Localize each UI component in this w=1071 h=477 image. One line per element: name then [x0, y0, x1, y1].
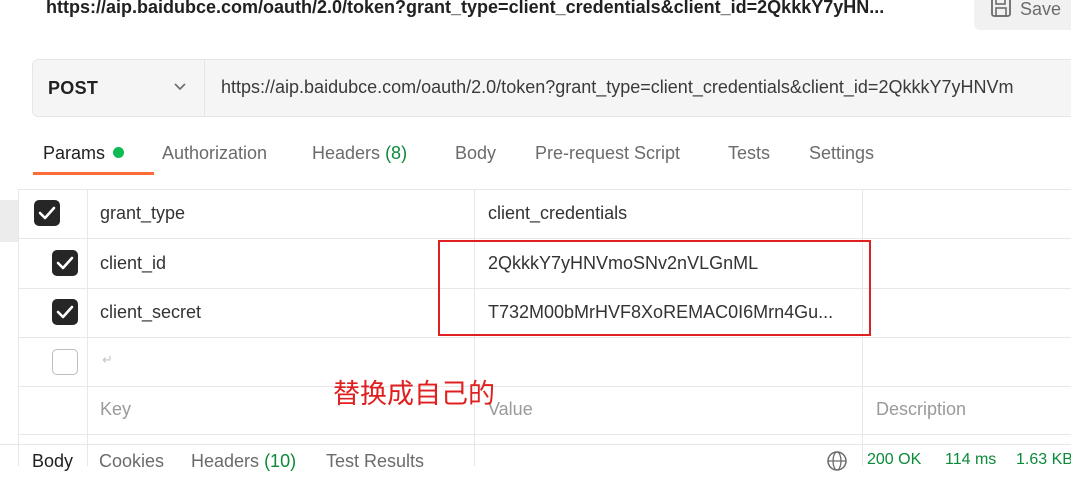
response-headers-count: (10) — [264, 451, 297, 471]
table-divider — [18, 337, 1071, 338]
check-icon — [56, 256, 74, 270]
check-icon — [56, 305, 74, 319]
response-bar: Body Cookies Headers (10) Test Results 2… — [0, 444, 1071, 475]
table-divider — [18, 189, 1071, 190]
response-tab-headers-label: Headers — [191, 451, 260, 471]
tab-params-label: Params — [43, 143, 106, 163]
tab-pre-request-script[interactable]: Pre-request Script — [535, 143, 680, 164]
response-tab-cookies[interactable]: Cookies — [99, 451, 164, 472]
tab-params[interactable]: Params — [43, 143, 125, 164]
tab-headers[interactable]: Headers (8) — [312, 143, 407, 164]
param-key[interactable]: grant_type — [100, 203, 185, 224]
param-key[interactable]: client_id — [100, 253, 166, 274]
tab-body[interactable]: Body — [455, 143, 496, 164]
check-icon — [38, 206, 56, 220]
chevron-down-icon — [173, 80, 187, 99]
save-button[interactable]: Save — [974, 0, 1071, 30]
param-checkbox[interactable] — [52, 349, 78, 375]
tab-settings[interactable]: Settings — [809, 143, 874, 164]
request-title: https://aip.baidubce.com/oauth/2.0/token… — [46, 0, 885, 17]
response-size[interactable]: 1.63 KB — [1016, 451, 1071, 469]
param-checkbox[interactable] — [52, 299, 78, 325]
table-column-line — [18, 189, 19, 466]
annotation-text: 替换成自己的 — [333, 379, 495, 410]
params-active-dot — [113, 146, 125, 158]
table-divider — [18, 434, 1071, 435]
request-bar: POST https://aip.baidubce.com/oauth/2.0/… — [32, 59, 1071, 117]
key-placeholder[interactable]: Key — [100, 399, 131, 420]
save-icon — [990, 0, 1012, 23]
table-divider — [18, 386, 1071, 387]
tab-headers-count: (8) — [385, 143, 408, 163]
active-tab-indicator — [33, 172, 154, 175]
status-code[interactable]: 200 OK — [867, 451, 921, 469]
response-time[interactable]: 114 ms — [945, 451, 996, 469]
tab-headers-label: Headers — [312, 143, 381, 163]
param-checkbox[interactable] — [52, 250, 78, 276]
param-value[interactable]: client_credentials — [488, 203, 627, 224]
table-divider — [18, 238, 1071, 239]
tab-authorization[interactable]: Authorization — [162, 143, 267, 164]
highlight-box — [438, 240, 871, 336]
method-select[interactable]: POST — [33, 60, 205, 116]
method-label: POST — [48, 77, 99, 98]
description-placeholder[interactable]: Description — [876, 399, 966, 420]
url-input[interactable]: https://aip.baidubce.com/oauth/2.0/token… — [221, 77, 1013, 98]
response-tab-test-results[interactable]: Test Results — [326, 451, 424, 472]
response-tab-body[interactable]: Body — [32, 451, 73, 472]
sidebar-collapsed-strip[interactable] — [0, 200, 18, 242]
enter-icon: ↵ — [102, 352, 113, 367]
param-key[interactable]: client_secret — [100, 302, 201, 323]
save-label: Save — [1020, 0, 1062, 19]
tab-tests[interactable]: Tests — [728, 143, 770, 164]
request-tabs: Params Authorization Headers (8) Body Pr… — [0, 143, 1071, 183]
param-checkbox[interactable] — [34, 200, 60, 226]
table-column-line — [87, 189, 88, 466]
globe-icon[interactable] — [826, 450, 848, 477]
response-tab-headers[interactable]: Headers (10) — [191, 451, 296, 472]
